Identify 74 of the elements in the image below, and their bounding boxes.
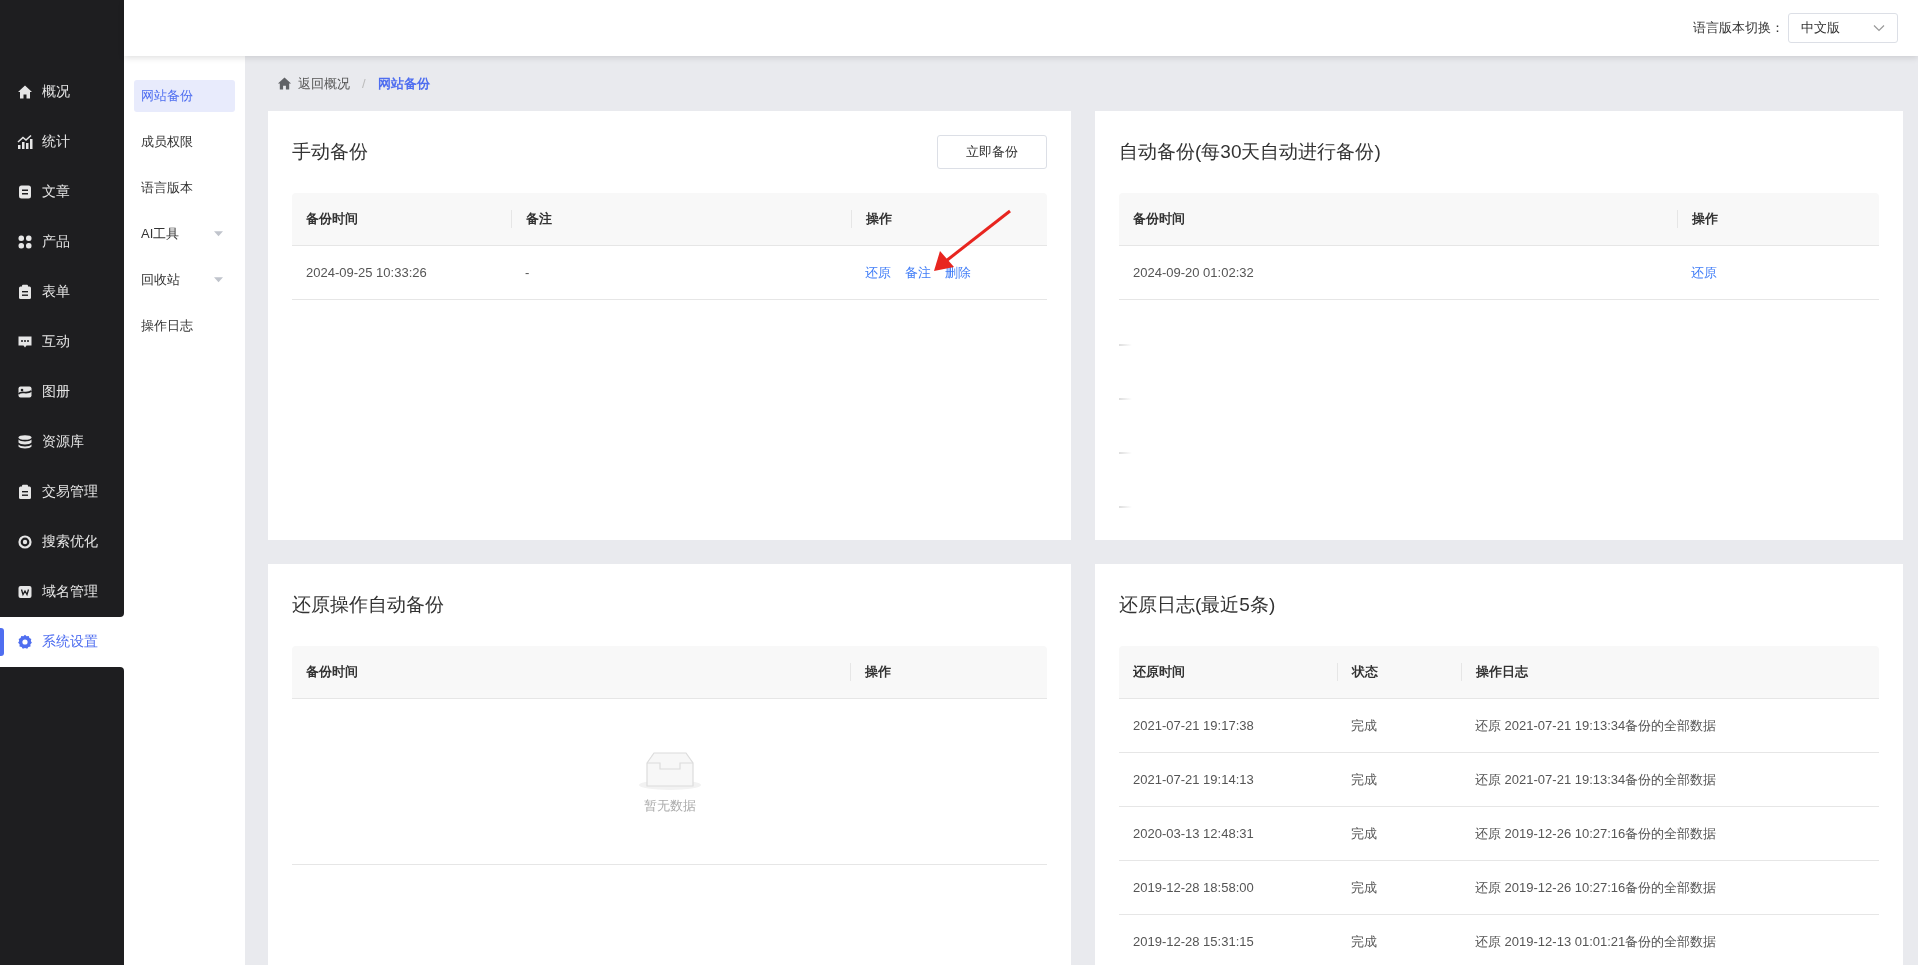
empty-text: 暂无数据 — [643, 796, 696, 815]
table-cell-text: 完成 — [1350, 716, 1377, 735]
table-cell-text: 完成 — [1350, 878, 1377, 897]
action-link[interactable]: 还原 — [865, 263, 891, 282]
table-cell-text: 2019-12-28 18:58:00 — [1132, 880, 1254, 895]
clipboard-icon — [17, 484, 33, 500]
home-icon — [17, 84, 33, 100]
chart-icon — [17, 134, 33, 150]
language-select[interactable]: 中文版 — [1788, 13, 1898, 43]
document-icon — [17, 184, 33, 200]
settings-icon — [17, 634, 33, 650]
sidebar-item[interactable]: 图册 — [0, 367, 124, 417]
table-cell-text: 2024-09-25 10:33:26 — [305, 265, 427, 280]
chat-icon — [17, 334, 33, 350]
table-cell-text: 2019-12-28 15:31:15 — [1132, 934, 1254, 949]
table-cell-text: - — [524, 265, 530, 280]
column-header: 备份时间 — [1132, 210, 1185, 228]
sidebar-item[interactable]: 交易管理 — [0, 467, 124, 517]
breadcrumb-link[interactable]: 返回概况 — [298, 74, 350, 93]
table-cell-text: 还原 2021-07-21 19:13:34备份的全部数据 — [1474, 770, 1717, 789]
clipboard-icon — [17, 284, 33, 300]
card-title: 手动备份 — [292, 140, 368, 164]
action-link[interactable]: 还原 — [1691, 263, 1717, 282]
table-cell-text: 完成 — [1350, 932, 1377, 951]
table-cell-text: 还原 2019-12-13 01:01:21备份的全部数据 — [1474, 932, 1717, 951]
table-cell-text: 还原 2019-12-26 10:27:16备份的全部数据 — [1474, 878, 1717, 897]
subnav-item[interactable]: 回收站 — [134, 264, 235, 296]
table-cell-text: 2021-07-21 19:17:38 — [1132, 718, 1254, 733]
table-cell-text: 2020-03-13 12:48:31 — [1132, 826, 1254, 841]
action-link[interactable]: 备注 — [905, 263, 931, 282]
table-cell-text: 还原 2019-12-26 10:27:16备份的全部数据 — [1474, 824, 1717, 843]
breadcrumb-current: 网站备份 — [377, 74, 430, 93]
chevron-down-icon — [1873, 24, 1885, 32]
column-header: 操作 — [851, 210, 892, 228]
column-header: 备注 — [511, 210, 552, 228]
table-cell-text: 2021-07-21 19:14:13 — [1132, 772, 1254, 787]
grid-icon — [17, 234, 33, 250]
column-header: 操作 — [1677, 210, 1718, 228]
subnav-item[interactable]: 语言版本 — [134, 172, 235, 204]
column-header: 操作 — [850, 663, 891, 681]
database-icon — [17, 434, 33, 450]
card-title: 还原操作自动备份 — [292, 593, 444, 617]
sidebar-item[interactable]: 文章 — [0, 167, 124, 217]
sidebar-item[interactable]: 域名管理 — [0, 567, 124, 617]
ring-icon — [17, 534, 33, 550]
language-label: 语言版本切换： — [1693, 19, 1784, 37]
column-header: 备份时间 — [305, 210, 358, 228]
column-header: 备份时间 — [305, 663, 358, 681]
action-link[interactable]: 删除 — [945, 263, 971, 282]
table-cell-text: 2024-09-20 01:02:32 — [1132, 265, 1254, 280]
card-title: 自动备份(每30天自动进行备份) — [1119, 140, 1381, 164]
subnav-item[interactable]: 网站备份 — [134, 80, 235, 112]
sidebar-item[interactable]: 统计 — [0, 117, 124, 167]
table-cell-text: 还原 2021-07-21 19:13:34备份的全部数据 — [1474, 716, 1717, 735]
breadcrumb-separator: / — [362, 76, 366, 91]
card-title: 还原日志(最近5条) — [1119, 593, 1276, 617]
table-cell-text: 完成 — [1350, 824, 1377, 843]
column-header: 状态 — [1337, 663, 1378, 681]
sidebar-item[interactable]: 搜索优化 — [0, 517, 124, 567]
home-icon — [277, 76, 292, 91]
column-header: 还原时间 — [1132, 663, 1185, 681]
sidebar-item[interactable]: 概况 — [0, 67, 124, 117]
sidebar-item[interactable]: 资源库 — [0, 417, 124, 467]
image-icon — [17, 384, 33, 400]
backup-now-button[interactable]: 立即备份 — [937, 135, 1047, 169]
subnav-item[interactable]: 成员权限 — [134, 126, 235, 158]
sidebar-item[interactable]: 表单 — [0, 267, 124, 317]
letter-w-icon — [17, 584, 33, 600]
column-header: 操作日志 — [1461, 663, 1528, 681]
subnav-item[interactable]: AI工具 — [134, 218, 235, 250]
sidebar-item[interactable]: 互动 — [0, 317, 124, 367]
sidebar-item[interactable]: 产品 — [0, 217, 124, 267]
table-cell-text: 完成 — [1350, 770, 1377, 789]
subnav-item[interactable]: 操作日志 — [134, 310, 235, 342]
